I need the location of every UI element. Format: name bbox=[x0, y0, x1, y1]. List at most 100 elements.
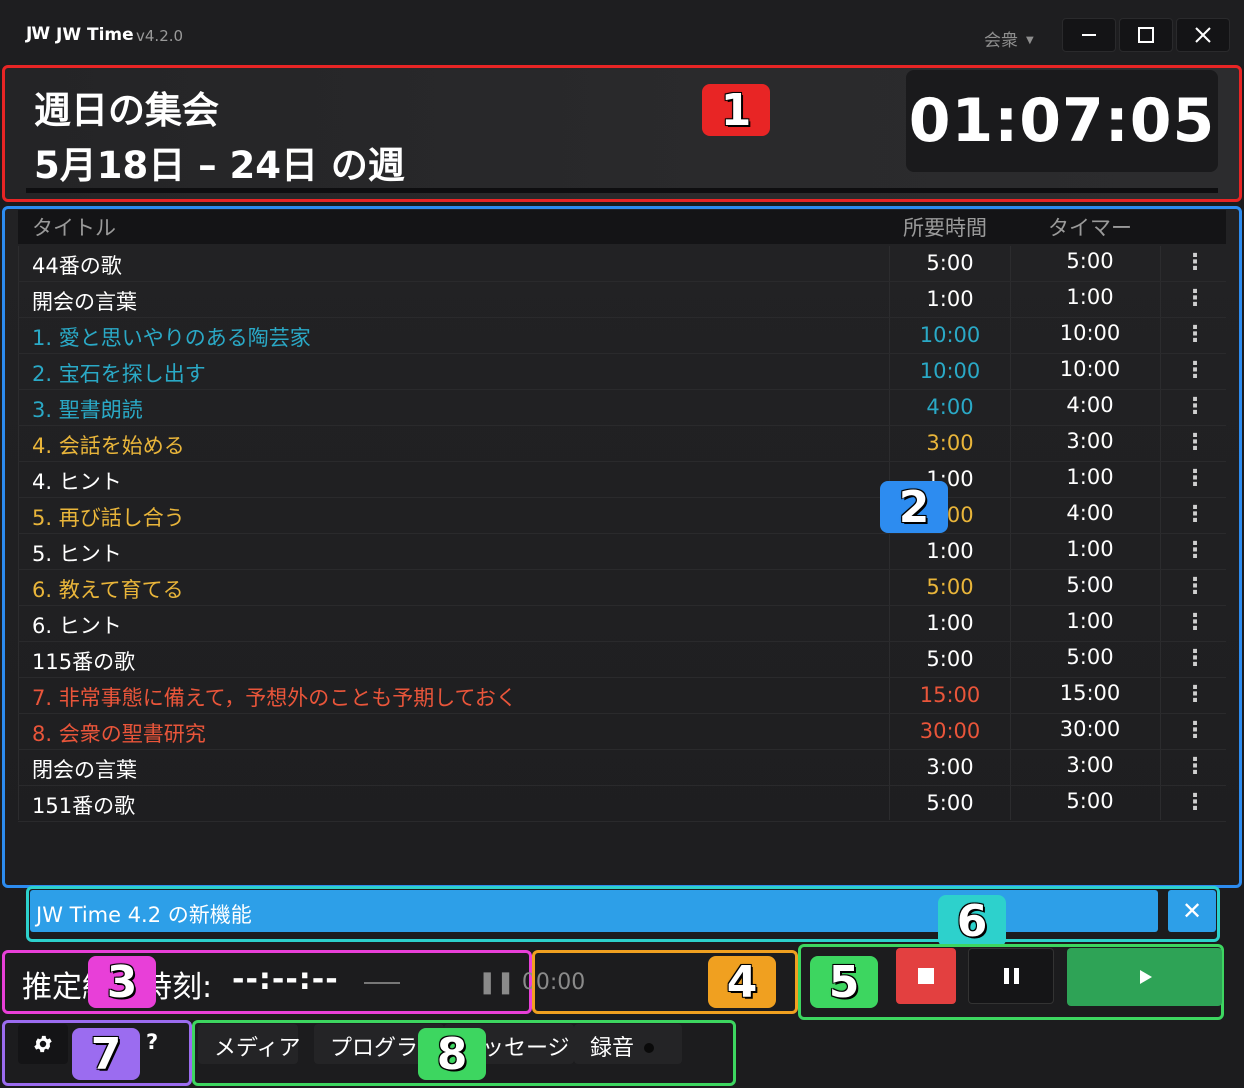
callout-2: 2 bbox=[880, 481, 948, 533]
row-duration: 1:00 bbox=[926, 287, 974, 311]
table-header bbox=[18, 210, 1226, 244]
more-options-icon[interactable]: ⋮ bbox=[1184, 574, 1206, 599]
maximize-icon bbox=[1138, 27, 1154, 43]
more-options-icon[interactable]: ⋮ bbox=[1184, 466, 1206, 491]
close-button[interactable] bbox=[1176, 18, 1230, 52]
callout-3: 3 bbox=[88, 956, 156, 1008]
table-row[interactable]: 115番の歌 5:00 5:00 ⋮ bbox=[18, 642, 1226, 678]
callout-1: 1 bbox=[702, 84, 770, 136]
pause-icon-bar bbox=[1013, 968, 1019, 984]
table-row[interactable]: 閉会の言葉 3:00 3:00 ⋮ bbox=[18, 750, 1226, 786]
row-title: 2. 宝石を探し出す bbox=[32, 362, 206, 386]
table-row[interactable]: 1. 愛と思いやりのある陶芸家 10:00 10:00 ⋮ bbox=[18, 318, 1226, 354]
row-timer: 30:00 bbox=[1059, 717, 1121, 741]
table-row[interactable]: 4. 会話を始める 3:00 3:00 ⋮ bbox=[18, 426, 1226, 462]
more-options-icon[interactable]: ⋮ bbox=[1184, 718, 1206, 743]
row-timer: 5:00 bbox=[1066, 573, 1114, 597]
record-indicator-icon bbox=[644, 1043, 655, 1053]
help-button[interactable]: ? bbox=[146, 1030, 158, 1054]
table-row[interactable]: 開会の言葉 1:00 1:00 ⋮ bbox=[18, 282, 1226, 318]
close-icon bbox=[1195, 27, 1211, 43]
more-options-icon[interactable]: ⋮ bbox=[1184, 610, 1206, 635]
clock-panel: 01:07:05 bbox=[906, 70, 1218, 172]
more-options-icon[interactable]: ⋮ bbox=[1184, 538, 1206, 563]
table-row[interactable]: 5. ヒント 1:00 1:00 ⋮ bbox=[18, 534, 1226, 570]
row-title: 開会の言葉 bbox=[32, 290, 137, 314]
chevron-down-icon: ▼ bbox=[1026, 35, 1034, 46]
row-timer: 1:00 bbox=[1066, 609, 1114, 633]
settings-button[interactable] bbox=[18, 1024, 68, 1064]
app-name: JW Time bbox=[56, 25, 134, 45]
row-timer: 1:00 bbox=[1066, 285, 1114, 309]
header-progress-track bbox=[26, 188, 1218, 193]
clock-display: 01:07:05 bbox=[908, 86, 1216, 156]
stop-button[interactable] bbox=[896, 948, 956, 1004]
play-button[interactable] bbox=[1067, 948, 1222, 1006]
row-timer: 10:00 bbox=[1059, 321, 1121, 345]
table-row[interactable]: 6. 教えて育てる 5:00 5:00 ⋮ bbox=[18, 570, 1226, 606]
app-logo: JW bbox=[26, 24, 50, 44]
row-timer: 1:00 bbox=[1066, 537, 1114, 561]
row-title: 115番の歌 bbox=[32, 650, 136, 674]
row-title: 1. 愛と思いやりのある陶芸家 bbox=[32, 326, 311, 350]
app-version: v4.2.0 bbox=[136, 27, 184, 45]
table-row[interactable]: 8. 会衆の聖書研究 30:00 30:00 ⋮ bbox=[18, 714, 1226, 750]
pause-button[interactable] bbox=[968, 948, 1054, 1004]
meeting-title: 週日の集会 bbox=[34, 89, 219, 132]
row-title: 閉会の言葉 bbox=[32, 758, 137, 782]
more-options-icon[interactable]: ⋮ bbox=[1184, 754, 1206, 779]
callout-6: 6 bbox=[938, 895, 1006, 947]
row-duration: 4:00 bbox=[926, 395, 974, 419]
table-row[interactable]: 5. 再び話し合う 4:00 4:00 ⋮ bbox=[18, 498, 1226, 534]
more-options-icon[interactable]: ⋮ bbox=[1184, 250, 1206, 275]
row-timer: 4:00 bbox=[1066, 393, 1114, 417]
row-title: 8. 会衆の聖書研究 bbox=[32, 722, 206, 746]
congregation-label: 会衆 bbox=[984, 31, 1018, 51]
whats-new-close-button[interactable]: ✕ bbox=[1168, 890, 1216, 932]
row-duration: 3:00 bbox=[926, 431, 974, 455]
congregation-select[interactable]: 会衆 ▼ bbox=[984, 26, 1034, 51]
table-row[interactable]: 4. ヒント 1:00 1:00 ⋮ bbox=[18, 462, 1226, 498]
row-timer: 5:00 bbox=[1066, 789, 1114, 813]
minimize-icon bbox=[1082, 34, 1096, 36]
row-duration: 5:00 bbox=[926, 251, 974, 275]
row-duration: 5:00 bbox=[926, 647, 974, 671]
more-options-icon[interactable]: ⋮ bbox=[1184, 286, 1206, 311]
more-options-icon[interactable]: ⋮ bbox=[1184, 358, 1206, 383]
tab-record[interactable]: 録音 bbox=[574, 1024, 682, 1064]
table-row[interactable]: 6. ヒント 1:00 1:00 ⋮ bbox=[18, 606, 1226, 642]
table-row[interactable]: 3. 聖書朗読 4:00 4:00 ⋮ bbox=[18, 390, 1226, 426]
table-row[interactable]: 151番の歌 5:00 5:00 ⋮ bbox=[18, 786, 1226, 822]
more-options-icon[interactable]: ⋮ bbox=[1184, 502, 1206, 527]
minimize-button[interactable] bbox=[1062, 18, 1116, 52]
column-header-timer: タイマー bbox=[1048, 216, 1132, 240]
whats-new-text[interactable]: JW Time 4.2 の新機能 bbox=[36, 899, 252, 929]
callout-4: 4 bbox=[708, 956, 776, 1008]
row-timer: 15:00 bbox=[1059, 681, 1121, 705]
more-options-icon[interactable]: ⋮ bbox=[1184, 430, 1206, 455]
more-options-icon[interactable]: ⋮ bbox=[1184, 646, 1206, 671]
table-row[interactable]: 44番の歌 5:00 5:00 ⋮ bbox=[18, 246, 1226, 282]
maximize-button[interactable] bbox=[1119, 18, 1173, 52]
row-title: 4. 会話を始める bbox=[32, 434, 185, 458]
more-options-icon[interactable]: ⋮ bbox=[1184, 790, 1206, 815]
row-title: 6. 教えて育てる bbox=[32, 578, 184, 602]
row-title: 5. ヒント bbox=[32, 542, 122, 566]
column-header-title: タイトル bbox=[32, 216, 116, 240]
row-title: 7. 非常事態に備えて，予想外のことも予期しておく bbox=[32, 686, 517, 710]
tab-media[interactable]: メディア bbox=[198, 1024, 300, 1064]
row-title: 4. ヒント bbox=[32, 470, 122, 494]
row-duration: 10:00 bbox=[919, 323, 981, 347]
row-timer: 3:00 bbox=[1066, 429, 1114, 453]
more-options-icon[interactable]: ⋮ bbox=[1184, 682, 1206, 707]
table-row[interactable]: 7. 非常事態に備えて，予想外のことも予期しておく 15:00 15:00 ⋮ bbox=[18, 678, 1226, 714]
estimated-end-value: --:--:-- bbox=[232, 962, 339, 997]
more-options-icon[interactable]: ⋮ bbox=[1184, 322, 1206, 347]
title-bar bbox=[0, 0, 1244, 66]
row-timer: 5:00 bbox=[1066, 645, 1114, 669]
row-timer: 10:00 bbox=[1059, 357, 1121, 381]
tab-record-label: 録音 bbox=[590, 1036, 635, 1061]
row-timer: 4:00 bbox=[1066, 501, 1114, 525]
table-row[interactable]: 2. 宝石を探し出す 10:00 10:00 ⋮ bbox=[18, 354, 1226, 390]
more-options-icon[interactable]: ⋮ bbox=[1184, 394, 1206, 419]
